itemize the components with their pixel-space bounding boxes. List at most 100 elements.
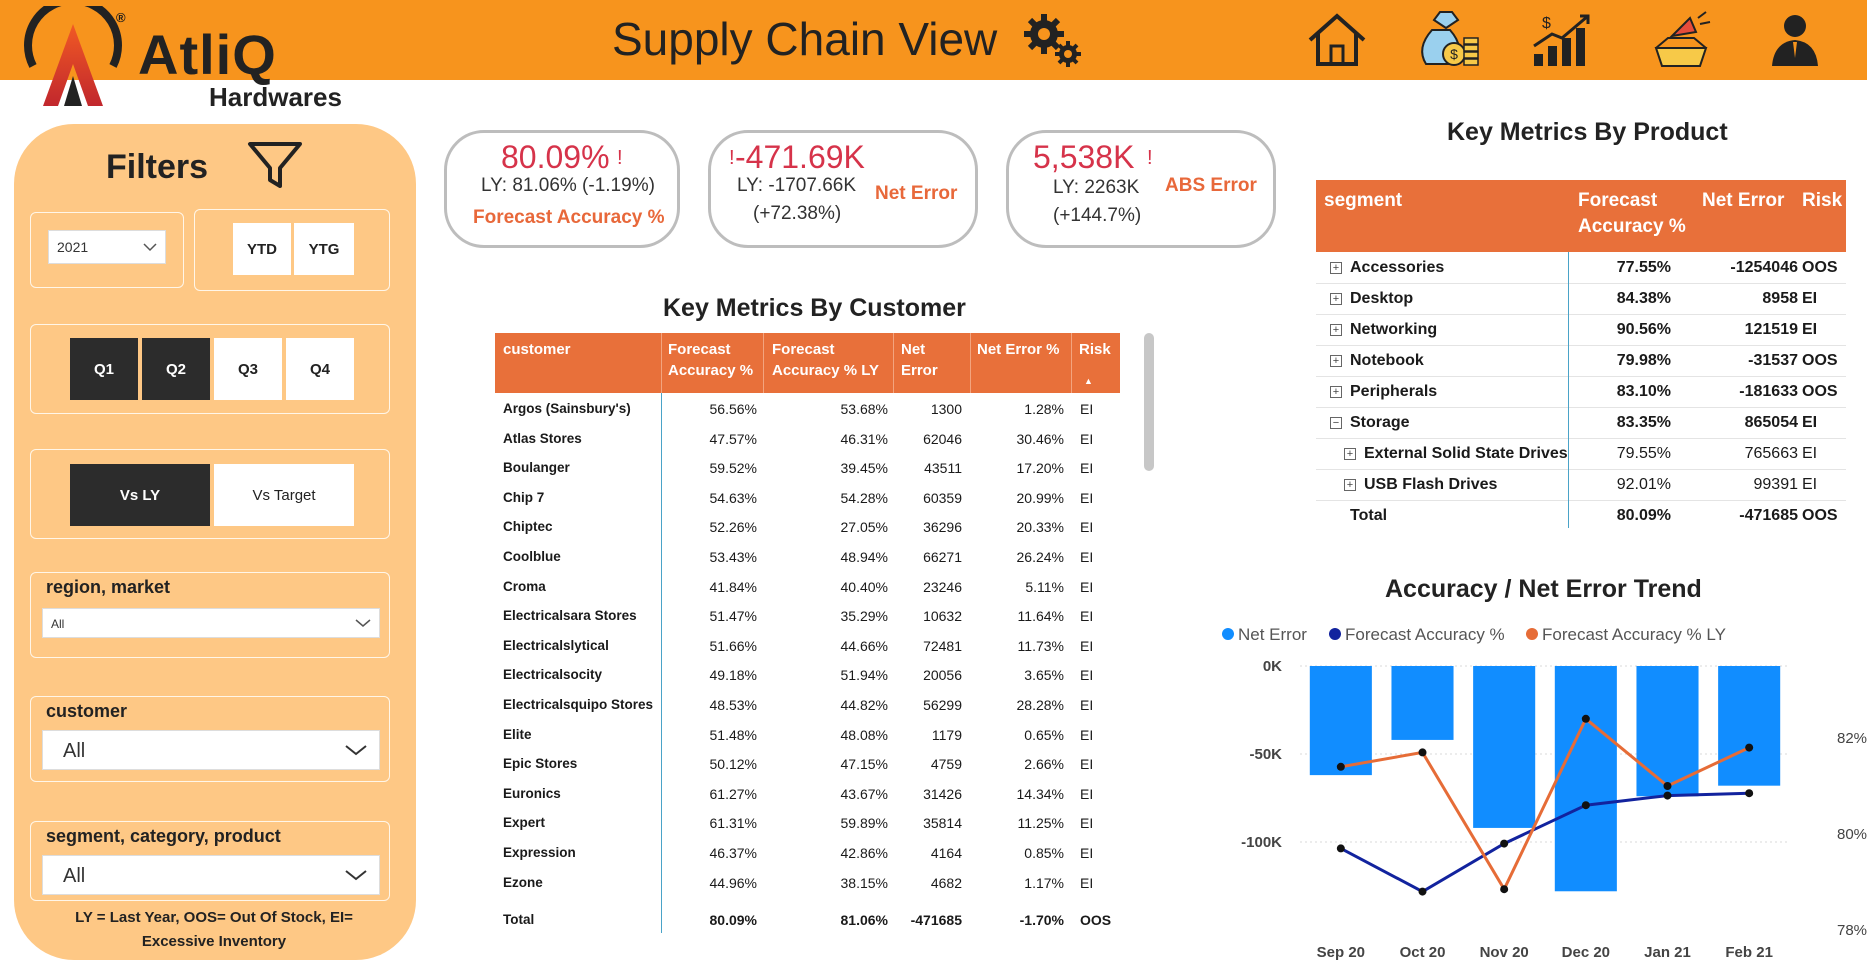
ytg-button[interactable]: YTG: [294, 223, 354, 275]
risk: EI: [1080, 756, 1094, 773]
net-error-bar: [1473, 666, 1536, 828]
table-scrollbar[interactable]: [1144, 333, 1154, 471]
table-row[interactable]: Electricalslytical 51.66% 44.66% 72481 11.73…: [495, 632, 1120, 662]
risk: EI: [1802, 290, 1818, 307]
col-forecast-accuracy[interactable]: Forecast Accuracy %: [1578, 188, 1686, 240]
table-row[interactable]: Atlas Stores 47.57% 46.31% 62046 30.46% EI: [495, 425, 1120, 455]
table-row[interactable]: Euronics 61.27% 43.67% 31426 14.34% EI: [495, 780, 1120, 810]
vs-ly-button[interactable]: Vs LY: [70, 464, 210, 526]
year-dropdown[interactable]: 2021: [48, 230, 166, 264]
table-row[interactable]: Coolblue 53.43% 48.94% 66271 26.24% EI: [495, 543, 1120, 573]
forecast-accuracy-ly: LY: 81.06% (-1.19%): [481, 175, 655, 196]
chevron-down-icon: [345, 731, 367, 769]
col-risk[interactable]: Risk: [1802, 188, 1842, 214]
net-error: 8958: [1762, 290, 1798, 307]
expand-icon[interactable]: +: [1330, 293, 1342, 305]
net-error-pct: 1.17%: [1024, 874, 1064, 891]
total-net-error-pct: -1.70%: [1019, 912, 1064, 929]
vs-target-button[interactable]: Vs Target: [214, 464, 354, 526]
table-row[interactable]: Boulanger 59.52% 39.45% 43511 17.20% EI: [495, 454, 1120, 484]
expand-icon[interactable]: +: [1344, 479, 1356, 491]
forecast-accuracy-ly: 47.15%: [840, 756, 888, 773]
table-row[interactable]: + External Solid State Drives 79.55% 765663…: [1316, 439, 1846, 470]
abs-error-value: 5,538K: [1033, 139, 1135, 175]
table-row[interactable]: Epic Stores 50.12% 47.15% 4759 2.66% EI: [495, 750, 1120, 780]
table-row[interactable]: Electricalsara Stores 51.47% 35.29% 10632 11…: [495, 602, 1120, 632]
header-divider: [893, 333, 894, 393]
header-divider: [661, 333, 662, 393]
gear-icon: [1024, 14, 1081, 67]
col-net-error-pct[interactable]: Net Error %: [977, 339, 1060, 360]
table-row[interactable]: Electricalsocity 49.18% 51.94% 20056 3.65% EI: [495, 661, 1120, 691]
risk: OOS: [1802, 259, 1838, 276]
expand-icon[interactable]: +: [1330, 324, 1342, 336]
net-error: 36296: [923, 519, 962, 536]
table-row[interactable]: Croma 41.84% 40.40% 23246 5.11% EI: [495, 573, 1120, 603]
quarter-q2-button[interactable]: Q2: [142, 338, 210, 400]
risk: OOS: [1802, 352, 1838, 369]
forecast-accuracy-ly: 27.05%: [840, 519, 888, 536]
table-row[interactable]: + Peripherals 83.10% -181633 OOS: [1316, 377, 1846, 408]
quarter-q4-button[interactable]: Q4: [286, 338, 354, 400]
region-dropdown[interactable]: All: [42, 608, 380, 638]
marketing-icon[interactable]: [1646, 8, 1716, 72]
table-row[interactable]: + Notebook 79.98% -31537 OOS: [1316, 346, 1846, 377]
col-net-error[interactable]: Net Error: [1702, 188, 1784, 214]
col-forecast-accuracy-ly[interactable]: Forecast Accuracy % LY: [772, 339, 879, 381]
net-error: 1300: [930, 401, 962, 417]
table-row[interactable]: Chiptec 52.26% 27.05% 36296 20.33% EI: [495, 513, 1120, 543]
col-customer[interactable]: customer: [503, 339, 571, 360]
user-icon[interactable]: [1760, 8, 1830, 72]
segment-name: Storage: [1350, 414, 1410, 431]
net-error: 35814: [923, 815, 962, 832]
line-point: [1581, 714, 1590, 723]
table-row[interactable]: + USB Flash Drives 92.01% 99391 EI: [1316, 470, 1846, 501]
table-row[interactable]: − Storage 83.35% 865054 EI: [1316, 408, 1846, 439]
ytd-button[interactable]: YTD: [233, 223, 291, 275]
forecast-accuracy-value: 80.09%: [501, 139, 610, 175]
home-icon[interactable]: [1302, 8, 1372, 72]
net-error: 56299: [923, 697, 962, 713]
risk: EI: [1802, 476, 1818, 493]
col-forecast-accuracy[interactable]: Forecast Accuracy %: [668, 339, 753, 381]
col-net-error[interactable]: Net Error: [901, 339, 938, 381]
table-row[interactable]: + Accessories 77.55% -1254046 OOS: [1316, 253, 1846, 284]
customer-value: All: [63, 740, 86, 762]
segment-dropdown[interactable]: All: [42, 855, 380, 895]
expand-icon[interactable]: +: [1330, 386, 1342, 398]
table-row[interactable]: Elite 51.48% 48.08% 1179 0.65% EI: [495, 721, 1120, 751]
table-row[interactable]: + Desktop 84.38% 8958 EI: [1316, 284, 1846, 315]
table-row[interactable]: Argos (Sainsbury's) 56.56% 53.68% 1300 1.28%…: [495, 395, 1120, 425]
col-risk[interactable]: Risk: [1079, 339, 1111, 360]
risk: EI: [1080, 489, 1094, 506]
net-error: 62046: [923, 430, 962, 447]
net-error-pct: 26.24%: [1016, 549, 1064, 565]
risk: EI: [1080, 697, 1094, 713]
expand-icon[interactable]: +: [1330, 262, 1342, 274]
quarter-q3-button[interactable]: Q3: [214, 338, 282, 400]
risk: EI: [1802, 414, 1818, 431]
table-row[interactable]: Expert 61.31% 59.89% 35814 11.25% EI: [495, 809, 1120, 839]
table-row[interactable]: + Networking 90.56% 121519 EI: [1316, 315, 1846, 346]
growth-chart-icon[interactable]: $: [1528, 8, 1598, 72]
collapse-icon[interactable]: −: [1330, 417, 1342, 429]
table-row[interactable]: Chip 7 54.63% 54.28% 60359 20.99% EI: [495, 484, 1120, 514]
ytd-ytg-box: [194, 209, 390, 291]
net-error-pct: 20.99%: [1016, 489, 1064, 506]
total-net-error: -471685: [910, 912, 962, 929]
line-point: [1336, 762, 1345, 771]
table-row[interactable]: Electricalsquipo Stores 48.53% 44.82% 56299…: [495, 691, 1120, 721]
net-error: -31537: [1748, 352, 1798, 369]
table-row[interactable]: Expression 46.37% 42.86% 4164 0.85% EI: [495, 839, 1120, 869]
expand-icon[interactable]: +: [1330, 355, 1342, 367]
sort-ascending-icon[interactable]: ▲: [1084, 371, 1093, 392]
expand-icon[interactable]: +: [1344, 448, 1356, 460]
risk: EI: [1802, 445, 1818, 462]
svg-text:$: $: [1450, 46, 1458, 62]
net-error: 121519: [1744, 321, 1798, 338]
customer-dropdown[interactable]: All: [42, 730, 380, 770]
money-bag-icon[interactable]: $: [1412, 8, 1482, 72]
quarter-q1-button[interactable]: Q1: [70, 338, 138, 400]
table-row[interactable]: Ezone 44.96% 38.15% 4682 1.17% EI: [495, 869, 1120, 899]
col-segment[interactable]: segment: [1324, 188, 1402, 214]
